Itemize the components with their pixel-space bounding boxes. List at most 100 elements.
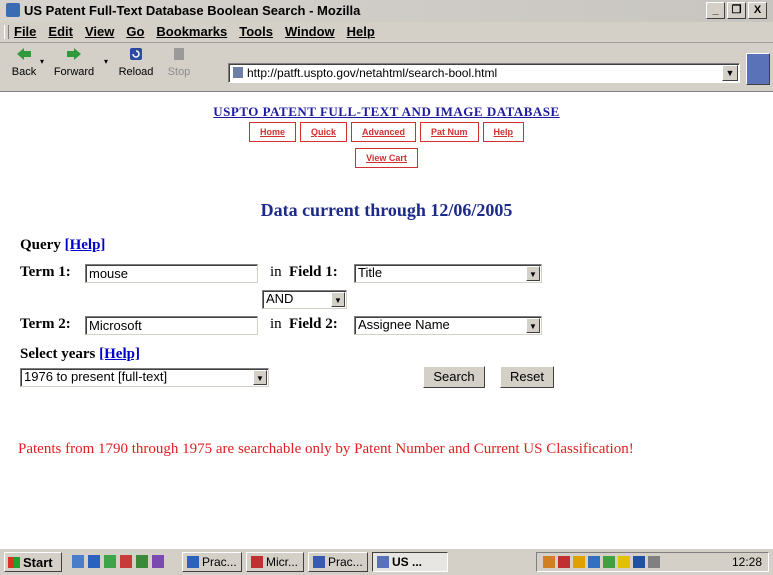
query-help-link[interactable]: [Help] [65, 237, 106, 253]
quick-launch [72, 555, 164, 568]
reload-button[interactable]: Reload [114, 47, 158, 78]
quicklaunch-icon[interactable] [152, 555, 164, 568]
tray-icon[interactable] [543, 556, 555, 568]
menu-tools[interactable]: Tools [239, 24, 273, 39]
menu-help[interactable]: Help [347, 24, 375, 39]
coverage-notice: Patents from 1790 through 1975 are searc… [18, 441, 634, 457]
tray-icon[interactable] [603, 556, 615, 568]
window-title-bar[interactable]: US Patent Full-Text Database Boolean Sea… [0, 0, 773, 22]
navigation-toolbar: Back ▾ Forward ▾ Reload Stop http://patf… [0, 43, 773, 92]
reset-button[interactable]: Reset [500, 366, 554, 388]
system-tray: 12:28 [536, 552, 769, 572]
start-label: Start [23, 555, 53, 570]
start-button[interactable]: Start [4, 552, 62, 572]
maximize-button[interactable]: ❒ [727, 2, 746, 19]
field2-in-text: in [270, 316, 282, 332]
tray-icon[interactable] [573, 556, 585, 568]
term2-input[interactable]: Microsoft [85, 316, 258, 335]
years-help-link[interactable]: [Help] [99, 346, 140, 362]
view-cart-link[interactable]: View Cart [355, 148, 418, 168]
field2-dropdown-icon[interactable]: ▼ [526, 318, 540, 333]
windows-logo-icon [8, 557, 20, 568]
search-button[interactable]: Search [423, 366, 485, 388]
forward-dropdown-icon[interactable]: ▾ [104, 57, 108, 66]
page-icon [233, 67, 243, 78]
tray-icon[interactable] [618, 556, 630, 568]
task-button-prac-2[interactable]: Prac... [308, 552, 368, 572]
operator-dropdown-icon[interactable]: ▼ [331, 292, 345, 307]
stop-button[interactable]: Stop [164, 47, 194, 78]
field1-select-value: Title [358, 265, 383, 280]
query-label-text: Query [20, 237, 61, 253]
menu-window[interactable]: Window [285, 24, 335, 39]
years-label-text: Select years [20, 346, 96, 362]
field1-in-text: in [270, 264, 282, 280]
menu-go[interactable]: Go [126, 24, 144, 39]
menubar-grip[interactable] [4, 25, 9, 39]
forward-arrow-icon [67, 48, 81, 60]
reload-label: Reload [118, 66, 154, 78]
back-label: Back [11, 66, 37, 78]
ie-icon[interactable] [88, 555, 100, 568]
mozilla-app-icon [6, 3, 20, 17]
mozilla-app-icon [377, 556, 389, 568]
menu-view[interactable]: View [85, 24, 114, 39]
years-dropdown-icon[interactable]: ▼ [253, 370, 267, 385]
quicklaunch-icon[interactable] [136, 555, 148, 568]
tray-icon[interactable] [633, 556, 645, 568]
taskbar-clock: 12:28 [731, 555, 762, 569]
back-arrow-icon [17, 48, 31, 60]
forward-button[interactable]: Forward [48, 47, 100, 78]
back-dropdown-icon[interactable]: ▾ [40, 57, 44, 66]
field1-dropdown-icon[interactable]: ▼ [526, 266, 540, 281]
menu-file[interactable]: File [14, 24, 36, 39]
field1-select[interactable]: Title ▼ [354, 264, 542, 283]
site-nav: Home Quick Advanced Pat Num Help [0, 122, 773, 142]
window-controls: _ ❒ X [706, 2, 767, 19]
term2-label: Term 2: [20, 316, 71, 332]
field1-label: Field 1: [289, 264, 338, 280]
app-icon [187, 556, 199, 568]
term1-input[interactable]: mouse [85, 264, 258, 283]
menu-edit[interactable]: Edit [48, 24, 73, 39]
reload-icon [130, 48, 142, 60]
task-button-micr[interactable]: Micr... [246, 552, 304, 572]
app-icon [251, 556, 263, 568]
nav-quick[interactable]: Quick [299, 122, 347, 142]
menu-bar: File Edit View Go Bookmarks Tools Window… [0, 22, 773, 43]
nav-home[interactable]: Home [248, 122, 296, 142]
years-label: Select years [Help] [20, 346, 140, 363]
quicklaunch-icon[interactable] [120, 555, 132, 568]
page-content: USPTO PATENT FULL-TEXT AND IMAGE DATABAS… [0, 92, 773, 548]
close-button[interactable]: X [748, 2, 767, 19]
url-text[interactable]: http://patft.uspto.gov/netahtml/search-b… [247, 66, 497, 80]
app-icon [313, 556, 325, 568]
menu-bookmarks[interactable]: Bookmarks [156, 24, 227, 39]
task-label: Prac... [202, 555, 237, 569]
site-title-link[interactable]: USPTO PATENT FULL-TEXT AND IMAGE DATABAS… [0, 104, 773, 120]
nav-help[interactable]: Help [482, 122, 525, 142]
operator-select-value: AND [266, 291, 294, 306]
task-label: Micr... [266, 555, 298, 569]
field2-select-value: Assignee Name [358, 317, 450, 332]
url-bar[interactable]: http://patft.uspto.gov/netahtml/search-b… [228, 63, 740, 83]
query-label: Query [Help] [20, 237, 105, 254]
minimize-button[interactable]: _ [706, 2, 725, 19]
operator-select[interactable]: AND ▼ [262, 290, 347, 309]
tray-icon[interactable] [588, 556, 600, 568]
tray-icon[interactable] [558, 556, 570, 568]
years-select[interactable]: 1976 to present [full-text] ▼ [20, 368, 269, 387]
task-button-us[interactable]: US ... [372, 552, 448, 572]
show-desktop-icon[interactable] [72, 555, 84, 568]
quicklaunch-icon[interactable] [104, 555, 116, 568]
nav-advanced[interactable]: Advanced [350, 122, 416, 142]
field2-select[interactable]: Assignee Name ▼ [354, 316, 542, 335]
task-label: Prac... [328, 555, 363, 569]
task-label: US ... [392, 555, 423, 569]
back-button[interactable]: Back [6, 47, 42, 78]
tray-icon[interactable] [648, 556, 660, 568]
mozilla-throbber-icon[interactable] [746, 53, 770, 85]
task-button-prac[interactable]: Prac... [182, 552, 242, 572]
url-dropdown-icon[interactable]: ▼ [722, 65, 738, 81]
nav-pat-num[interactable]: Pat Num [420, 122, 479, 142]
